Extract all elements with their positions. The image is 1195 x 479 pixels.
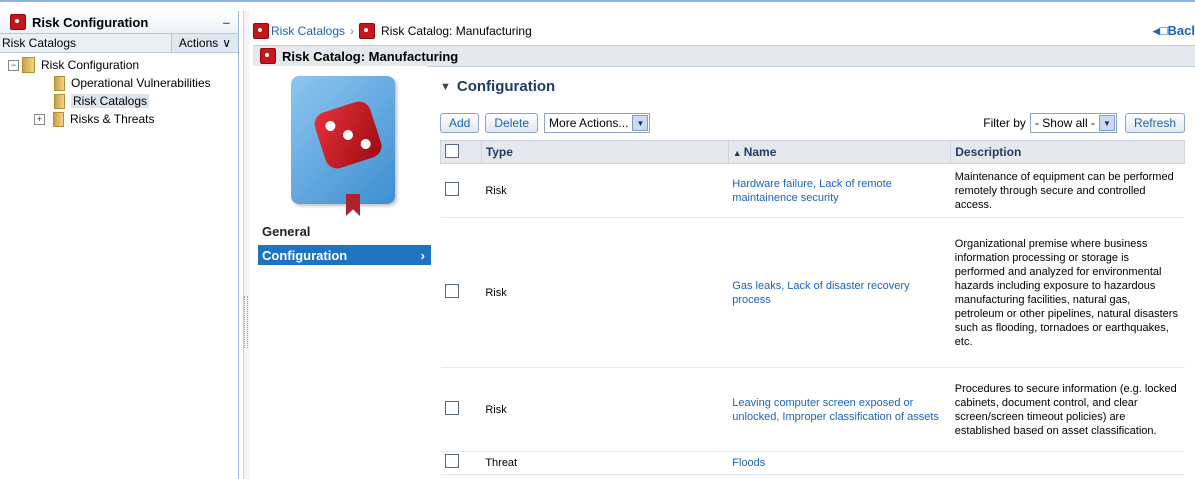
more-actions-value: More Actions... bbox=[549, 116, 629, 130]
chevron-right-icon: › bbox=[420, 247, 425, 263]
description-cell: Organizational premise where business in… bbox=[950, 217, 1185, 368]
configuration-section: ▼ Configuration Add Delete More Actions.… bbox=[440, 66, 1195, 479]
row-checkbox[interactable] bbox=[444, 283, 459, 298]
splitter-grip-icon[interactable] bbox=[244, 296, 248, 348]
add-button[interactable]: Add bbox=[440, 113, 480, 133]
section-title-label: Configuration bbox=[456, 78, 556, 95]
window-top-edge bbox=[0, 0, 1195, 6]
configuration-table: Type ▲ Name Description Risk Hardware fai… bbox=[440, 140, 1185, 475]
object-nav: General Configuration › bbox=[253, 66, 431, 479]
row-checkbox-cell bbox=[440, 163, 482, 218]
bookmark-icon bbox=[346, 194, 360, 216]
select-all-checkbox[interactable] bbox=[445, 143, 459, 158]
collapse-icon[interactable]: − bbox=[8, 59, 19, 71]
table-row: Risk Hardware failure, Lack of remote ma… bbox=[440, 163, 1185, 218]
left-panel-subheader: Risk Catalogs Actions ∨ bbox=[0, 34, 238, 53]
table-row: Threat Floods bbox=[440, 451, 1185, 475]
toolbar: Add Delete More Actions... ▼ Filter by -… bbox=[440, 113, 1185, 133]
name-link[interactable]: Leaving computer screen exposed or unloc… bbox=[728, 367, 951, 452]
tree-item-risks-threats[interactable]: + Risks & Threats bbox=[0, 110, 238, 128]
chevron-down-icon: ▼ bbox=[1098, 115, 1115, 131]
filter-select[interactable]: - Show all - ▼ bbox=[1029, 113, 1117, 133]
tab-label: Configuration bbox=[262, 247, 348, 263]
tree-item-label: Risks & Threats bbox=[70, 112, 155, 126]
collapse-triangle-icon[interactable]: ▼ bbox=[440, 81, 451, 93]
name-link[interactable]: Floods bbox=[728, 451, 951, 475]
filter-value: - Show all - bbox=[1034, 116, 1095, 130]
refresh-button[interactable]: Refresh bbox=[1124, 113, 1185, 133]
expand-icon[interactable]: + bbox=[34, 113, 45, 125]
section-title[interactable]: ▼ Configuration bbox=[440, 78, 555, 95]
actions-menu-button[interactable]: Actions ∨ bbox=[171, 34, 238, 52]
breadcrumb-link-risk-catalogs[interactable]: Risk Catalogs bbox=[271, 24, 345, 38]
description-cell: Maintenance of equipment can be performe… bbox=[950, 163, 1185, 218]
subheader-label: Risk Catalogs bbox=[2, 36, 77, 50]
back-arrow-icon: ◂□ bbox=[1153, 23, 1168, 38]
tree-item-risk-configuration[interactable]: − Risk Configuration bbox=[0, 56, 238, 74]
row-checkbox-cell bbox=[440, 217, 482, 368]
tree-item-label: Risk Catalogs bbox=[71, 94, 150, 108]
row-checkbox[interactable] bbox=[444, 454, 459, 468]
page-title: Risk Catalog: Manufacturing bbox=[282, 48, 459, 64]
dice-icon bbox=[10, 14, 26, 30]
breadcrumb-current: Risk Catalog: Manufacturing bbox=[381, 24, 532, 38]
tab-general[interactable]: General bbox=[258, 221, 431, 241]
more-actions-select[interactable]: More Actions... ▼ bbox=[544, 113, 651, 133]
column-header-type[interactable]: Type bbox=[480, 140, 729, 164]
actions-label: Actions bbox=[178, 36, 219, 50]
type-cell: Risk bbox=[481, 163, 729, 218]
select-all-cell bbox=[440, 140, 482, 164]
row-checkbox-cell bbox=[440, 451, 482, 475]
folder-icon bbox=[54, 75, 65, 91]
folder-icon bbox=[53, 111, 64, 127]
description-cell bbox=[950, 451, 1185, 475]
sort-ascending-icon: ▲ bbox=[732, 148, 742, 158]
tree: − Risk Configuration Operational Vulnera… bbox=[0, 53, 238, 128]
row-checkbox[interactable] bbox=[444, 400, 459, 415]
back-label: Bacl bbox=[1167, 23, 1195, 38]
filter-label: Filter by bbox=[983, 116, 1026, 130]
type-cell: Risk bbox=[481, 367, 729, 452]
chevron-right-icon: › bbox=[350, 24, 355, 38]
tree-item-operational-vulnerabilities[interactable]: Operational Vulnerabilities bbox=[0, 74, 238, 92]
description-cell: Procedures to secure information (e.g. l… bbox=[950, 367, 1185, 452]
panel-splitter[interactable] bbox=[243, 11, 249, 479]
table-header-row: Type ▲ Name Description bbox=[440, 140, 1185, 164]
minimize-icon[interactable]: – bbox=[223, 15, 230, 30]
folder-icon bbox=[54, 93, 65, 109]
chevron-down-icon: ▼ bbox=[632, 115, 649, 131]
type-cell: Threat bbox=[481, 451, 729, 475]
page-header: Risk Catalog: Manufacturing bbox=[253, 45, 1195, 67]
type-cell: Risk bbox=[481, 217, 729, 368]
table-row: Risk Leaving computer screen exposed or … bbox=[440, 367, 1185, 452]
filter-group: Filter by - Show all - ▼ Refresh bbox=[983, 113, 1185, 133]
tree-item-label: Operational Vulnerabilities bbox=[71, 76, 211, 90]
delete-button[interactable]: Delete bbox=[485, 113, 539, 133]
chevron-down-icon: ∨ bbox=[222, 36, 232, 50]
tree-item-risk-catalogs[interactable]: Risk Catalogs bbox=[0, 92, 238, 110]
row-checkbox[interactable] bbox=[444, 181, 459, 196]
tree-item-label: Risk Configuration bbox=[41, 58, 140, 72]
left-panel-title-bar: Risk Configuration – bbox=[0, 11, 238, 34]
table-row: Risk Gas leaks, Lack of disaster recover… bbox=[440, 217, 1185, 368]
breadcrumb: Risk Catalogs › Risk Catalog: Manufactur… bbox=[253, 20, 1195, 42]
name-link[interactable]: Hardware failure, Lack of remote maintai… bbox=[728, 163, 951, 218]
tab-configuration[interactable]: Configuration › bbox=[258, 245, 431, 265]
left-panel: Risk Configuration – Risk Catalogs Actio… bbox=[0, 11, 239, 479]
dice-icon bbox=[260, 48, 276, 64]
dice-icon bbox=[253, 23, 269, 39]
back-button[interactable]: ◂□Bacl bbox=[1153, 23, 1195, 39]
folder-icon bbox=[22, 57, 35, 73]
dice-icon bbox=[359, 23, 376, 39]
name-link[interactable]: Gas leaks, Lack of disaster recovery pro… bbox=[728, 217, 951, 368]
column-header-name[interactable]: ▲ Name bbox=[727, 140, 952, 164]
column-header-description[interactable]: Description bbox=[950, 140, 1185, 164]
tab-label: General bbox=[262, 223, 311, 239]
row-checkbox-cell bbox=[440, 367, 482, 452]
left-panel-title: Risk Configuration bbox=[32, 14, 149, 30]
